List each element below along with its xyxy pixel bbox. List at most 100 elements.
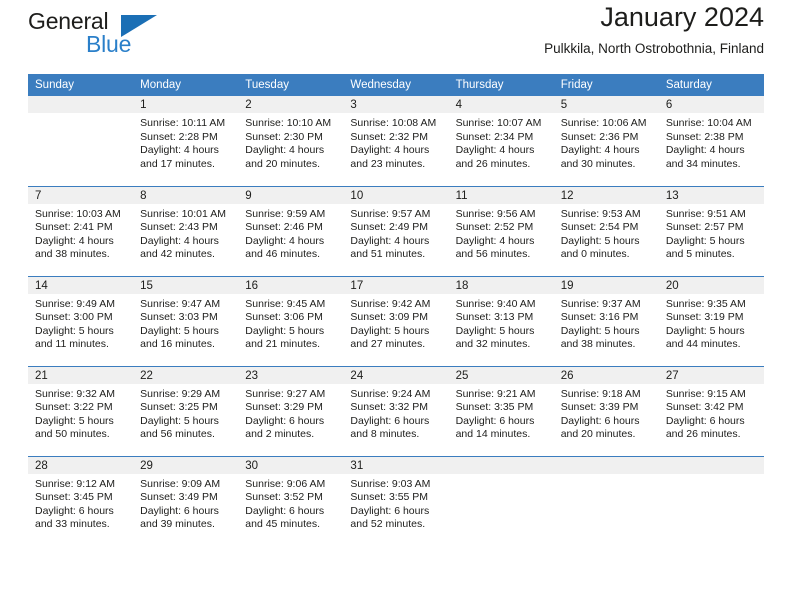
day-cell-inner: 29 Sunrise: 9:09 AM Sunset: 3:49 PM Dayligh… — [133, 456, 239, 547]
day-number: 29 — [133, 456, 239, 474]
day-number: 15 — [133, 276, 239, 294]
daylight-text-line2: and 38 minutes. — [560, 338, 636, 351]
calendar-day-cell[interactable]: 15 Sunrise: 9:47 AM Sunset: 3:03 PM Dayligh… — [133, 275, 239, 366]
sunset-text: Sunset: 3:32 PM — [350, 401, 429, 414]
day-details: Sunrise: 9:40 AM Sunset: 3:13 PM Daylight:… — [449, 294, 554, 352]
day-number: 24 — [343, 366, 449, 384]
sunrise-text: Sunrise: 9:47 AM — [140, 297, 221, 310]
daylight-text-line1: Daylight: 4 hours — [140, 234, 219, 247]
day-details: Sunrise: 9:51 AM Sunset: 2:57 PM Daylight:… — [659, 204, 764, 262]
calendar-day-cell[interactable]: 23 Sunrise: 9:27 AM Sunset: 3:29 PM Dayligh… — [238, 365, 344, 456]
calendar-day-cell[interactable]: 11 Sunrise: 9:56 AM Sunset: 2:52 PM Dayligh… — [448, 185, 554, 276]
day-number — [28, 96, 134, 113]
calendar-day-cell[interactable]: 24 Sunrise: 9:24 AM Sunset: 3:32 PM Dayligh… — [343, 365, 449, 456]
calendar-day-cell[interactable]: 1 Sunrise: 10:11 AM Sunset: 2:28 PM Dayligh… — [133, 96, 239, 186]
sunrise-text: Sunrise: 10:08 AM — [350, 117, 437, 129]
calendar-day-cell[interactable]: 10 Sunrise: 9:57 AM Sunset: 2:49 PM Dayligh… — [343, 185, 449, 276]
calendar-cell-empty — [448, 455, 554, 546]
calendar-day-cell[interactable]: 14 Sunrise: 9:49 AM Sunset: 3:00 PM Dayligh… — [28, 275, 134, 366]
day-details: Sunrise: 9:56 AM Sunset: 2:52 PM Daylight:… — [449, 204, 554, 262]
calendar-day-cell[interactable]: 21 Sunrise: 9:32 AM Sunset: 3:22 PM Dayligh… — [28, 365, 134, 456]
calendar-day-cell[interactable]: 19 Sunrise: 9:37 AM Sunset: 3:16 PM Dayligh… — [553, 275, 659, 366]
sunset-text: Sunset: 3:09 PM — [350, 311, 429, 324]
day-cell-inner: 7 Sunrise: 10:03 AM Sunset: 2:41 PM Dayligh… — [28, 186, 134, 276]
day-cell-inner: 1 Sunrise: 10:11 AM Sunset: 2:28 PM Dayligh… — [133, 96, 239, 186]
day-details: Sunrise: 10:07 AM Sunset: 2:34 PM Daylight… — [449, 113, 554, 171]
sunset-text: Sunset: 3:13 PM — [455, 311, 534, 324]
calendar-day-cell[interactable]: 25 Sunrise: 9:21 AM Sunset: 3:35 PM Dayligh… — [448, 365, 554, 456]
day-details: Sunrise: 9:18 AM Sunset: 3:39 PM Daylight:… — [554, 384, 659, 442]
day-number: 30 — [238, 456, 344, 474]
weekday-header-wednesday: Wednesday — [343, 74, 449, 96]
daylight-text-line1: Daylight: 4 hours — [245, 234, 325, 247]
calendar-page: General Blue January 2024 Pulkkila, Nort… — [0, 0, 792, 612]
daylight-text-line1: Daylight: 4 hours — [455, 234, 535, 247]
day-details: Sunrise: 9:03 AM Sunset: 3:55 PM Daylight:… — [343, 474, 448, 532]
calendar-day-cell[interactable]: 4 Sunrise: 10:07 AM Sunset: 2:34 PM Dayligh… — [448, 96, 554, 186]
day-details: Sunrise: 9:21 AM Sunset: 3:35 PM Daylight:… — [449, 384, 554, 442]
calendar-day-cell[interactable]: 16 Sunrise: 9:45 AM Sunset: 3:06 PM Dayligh… — [238, 275, 344, 366]
sunrise-text: Sunrise: 9:29 AM — [140, 387, 221, 400]
calendar-day-cell[interactable]: 12 Sunrise: 9:53 AM Sunset: 2:54 PM Dayligh… — [553, 185, 659, 276]
sunrise-text: Sunrise: 9:49 AM — [35, 297, 115, 310]
daylight-text-line1: Daylight: 4 hours — [665, 144, 745, 157]
daylight-text-line1: Daylight: 6 hours — [350, 414, 430, 427]
calendar-week-row: 1 Sunrise: 10:11 AM Sunset: 2:28 PM Dayligh… — [28, 96, 764, 186]
day-cell-inner — [658, 456, 764, 547]
day-cell-inner: 23 Sunrise: 9:27 AM Sunset: 3:29 PM Dayligh… — [238, 366, 344, 456]
calendar-day-cell[interactable]: 20 Sunrise: 9:35 AM Sunset: 3:19 PM Dayligh… — [658, 275, 764, 366]
calendar-day-cell[interactable]: 17 Sunrise: 9:42 AM Sunset: 3:09 PM Dayligh… — [343, 275, 449, 366]
daylight-text-line2: and 14 minutes. — [455, 428, 531, 441]
calendar-day-cell[interactable]: 7 Sunrise: 10:03 AM Sunset: 2:41 PM Dayligh… — [28, 185, 134, 276]
day-details: Sunrise: 9:24 AM Sunset: 3:32 PM Daylight:… — [343, 384, 448, 442]
day-details: Sunrise: 9:47 AM Sunset: 3:03 PM Daylight:… — [133, 294, 238, 352]
calendar-day-cell[interactable]: 31 Sunrise: 9:03 AM Sunset: 3:55 PM Dayligh… — [343, 455, 449, 546]
daylight-text-line2: and 2 minutes. — [245, 428, 315, 441]
day-details: Sunrise: 10:11 AM Sunset: 2:28 PM Daylight… — [133, 113, 238, 171]
weekday-header-friday: Friday — [553, 74, 659, 96]
daylight-text-line2: and 23 minutes. — [350, 157, 426, 170]
calendar-day-cell[interactable]: 18 Sunrise: 9:40 AM Sunset: 3:13 PM Dayligh… — [448, 275, 554, 366]
sunset-text: Sunset: 3:29 PM — [245, 401, 323, 414]
day-number: 23 — [238, 366, 344, 384]
general-blue-logo[interactable]: General Blue — [28, 8, 218, 64]
daylight-text-line1: Daylight: 6 hours — [245, 414, 325, 427]
calendar-day-cell[interactable]: 22 Sunrise: 9:29 AM Sunset: 3:25 PM Dayligh… — [133, 365, 239, 456]
calendar-day-cell[interactable]: 6 Sunrise: 10:04 AM Sunset: 2:38 PM Dayligh… — [658, 96, 764, 186]
day-number — [553, 456, 659, 474]
calendar-day-cell[interactable]: 9 Sunrise: 9:59 AM Sunset: 2:46 PM Daylight… — [238, 185, 344, 276]
day-details: Sunrise: 9:09 AM Sunset: 3:49 PM Daylight:… — [133, 474, 238, 532]
daylight-text-line2: and 17 minutes. — [140, 157, 215, 170]
daylight-text-line1: Daylight: 4 hours — [560, 144, 640, 157]
daylight-text-line2: and 33 minutes. — [35, 518, 110, 531]
calendar-day-cell[interactable]: 28 Sunrise: 9:12 AM Sunset: 3:45 PM Dayligh… — [28, 455, 134, 546]
calendar-day-cell[interactable]: 29 Sunrise: 9:09 AM Sunset: 3:49 PM Dayligh… — [133, 455, 239, 547]
daylight-text-line1: Daylight: 4 hours — [245, 144, 325, 157]
daylight-text-line1: Daylight: 5 hours — [140, 324, 219, 337]
day-number: 28 — [28, 456, 134, 474]
day-number: 26 — [553, 366, 659, 384]
sunrise-text: Sunrise: 9:15 AM — [665, 387, 746, 400]
daylight-text-line1: Daylight: 5 hours — [35, 414, 114, 427]
sunrise-text: Sunrise: 10:01 AM — [140, 207, 226, 220]
calendar-day-cell[interactable]: 2 Sunrise: 10:10 AM Sunset: 2:30 PM Dayligh… — [238, 96, 344, 186]
daylight-text-line1: Daylight: 5 hours — [560, 324, 640, 337]
calendar-day-cell[interactable]: 5 Sunrise: 10:06 AM Sunset: 2:36 PM Dayligh… — [553, 96, 659, 186]
day-number: 22 — [133, 366, 239, 384]
day-details: Sunrise: 9:32 AM Sunset: 3:22 PM Daylight:… — [28, 384, 133, 442]
calendar-day-cell[interactable]: 27 Sunrise: 9:15 AM Sunset: 3:42 PM Dayligh… — [658, 365, 764, 456]
calendar-day-cell[interactable]: 30 Sunrise: 9:06 AM Sunset: 3:52 PM Dayligh… — [238, 455, 344, 546]
sunset-text: Sunset: 3:55 PM — [350, 491, 429, 504]
daylight-text-line2: and 8 minutes. — [350, 428, 420, 441]
calendar-day-cell[interactable]: 8 Sunrise: 10:01 AM Sunset: 2:43 PM Dayligh… — [133, 185, 239, 276]
calendar-day-cell[interactable]: 3 Sunrise: 10:08 AM Sunset: 2:32 PM Dayligh… — [343, 96, 449, 186]
day-number: 25 — [448, 366, 554, 384]
daylight-text-line2: and 26 minutes. — [665, 428, 741, 441]
day-details: Sunrise: 9:53 AM Sunset: 2:54 PM Daylight:… — [554, 204, 659, 262]
calendar-day-cell[interactable]: 13 Sunrise: 9:51 AM Sunset: 2:57 PM Dayligh… — [658, 185, 764, 276]
day-cell-inner: 6 Sunrise: 10:04 AM Sunset: 2:38 PM Dayligh… — [658, 96, 764, 186]
day-number: 4 — [448, 96, 554, 113]
day-cell-inner: 16 Sunrise: 9:45 AM Sunset: 3:06 PM Dayligh… — [238, 276, 344, 366]
daylight-text-line1: Daylight: 4 hours — [140, 144, 219, 157]
calendar-day-cell[interactable]: 26 Sunrise: 9:18 AM Sunset: 3:39 PM Dayligh… — [553, 365, 659, 456]
